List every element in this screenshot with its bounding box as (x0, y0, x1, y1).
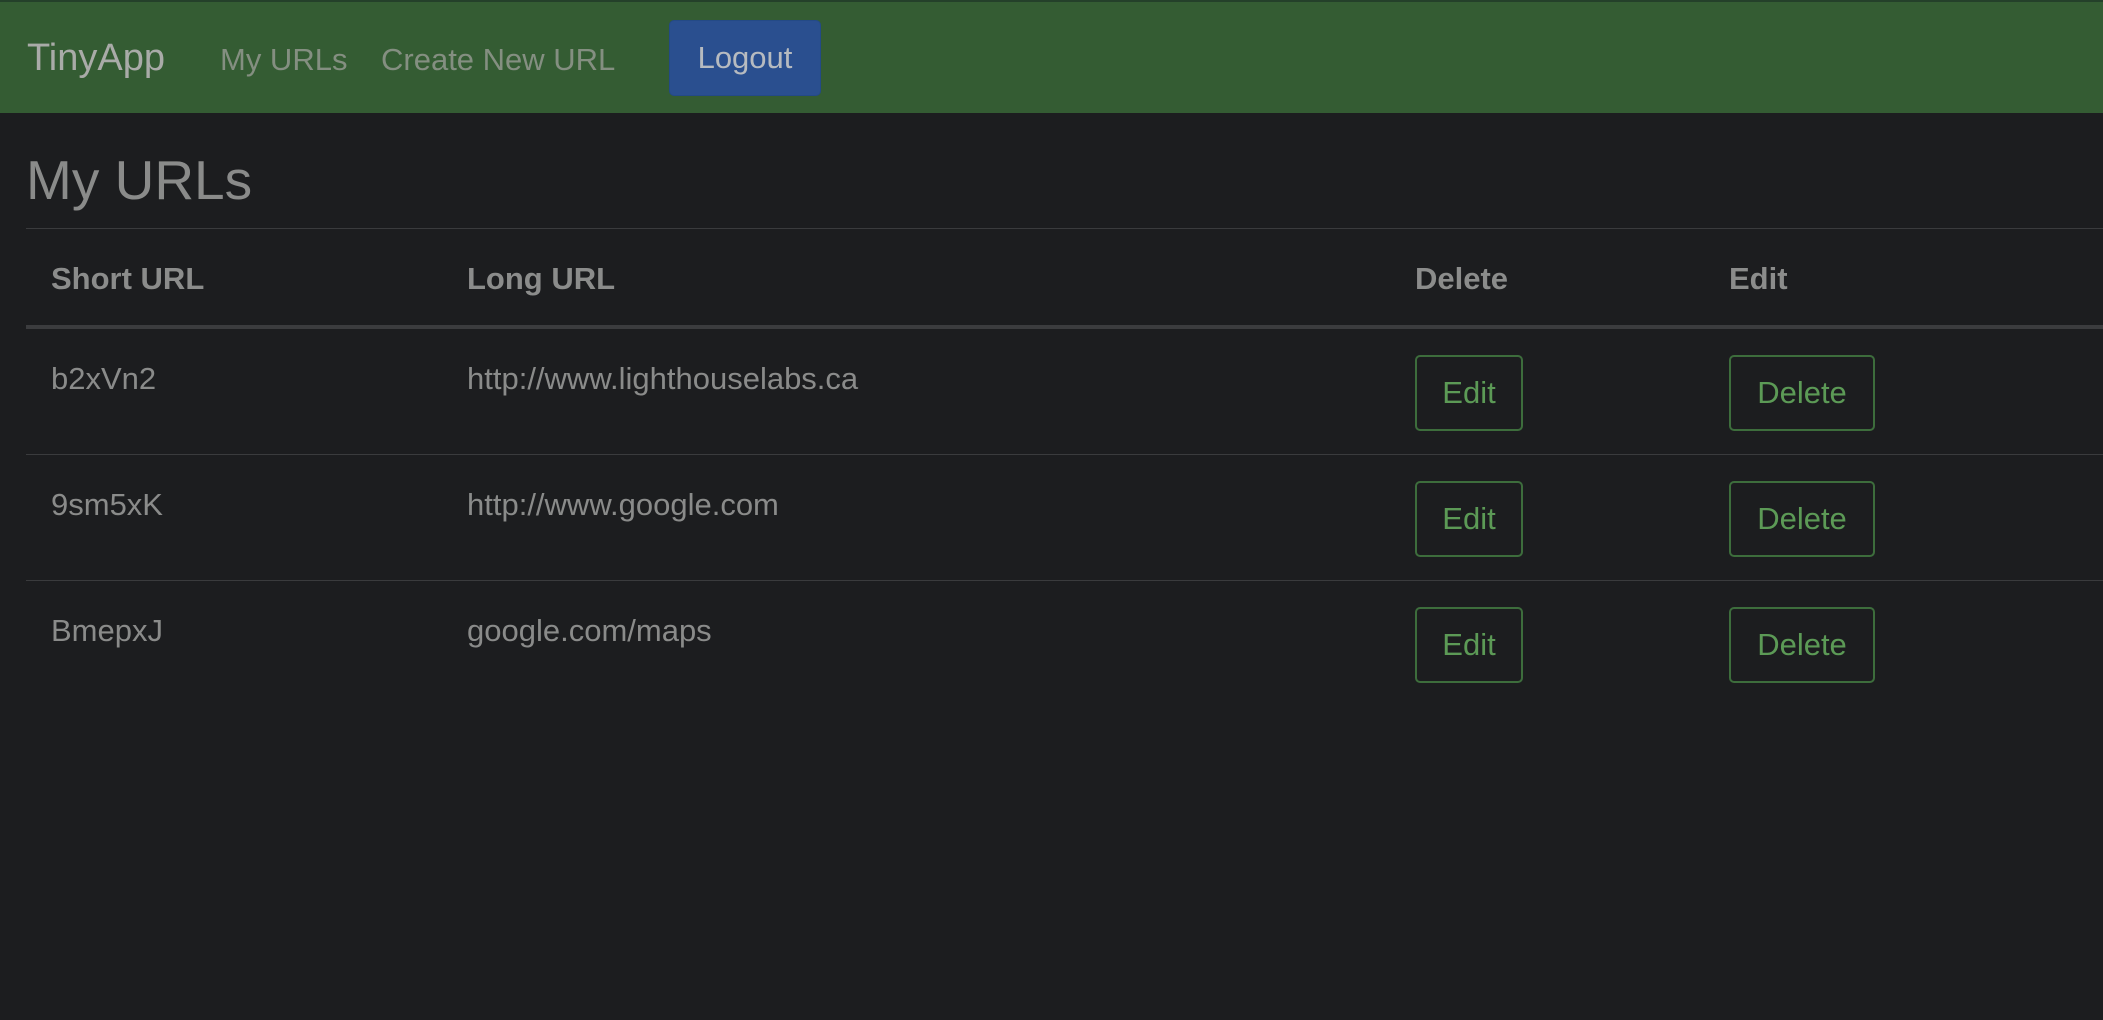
navbar: TinyApp My URLs Create New URL Logout (0, 0, 2103, 113)
row-divider (26, 454, 2103, 455)
long-url-cell: google.com/maps (467, 613, 712, 648)
nav-link-my-urls[interactable]: My URLs (220, 42, 347, 78)
header-edit: Edit (1729, 261, 1788, 296)
logout-button[interactable]: Logout (669, 20, 821, 96)
short-url-cell: 9sm5xK (51, 487, 163, 522)
header-long-url: Long URL (467, 261, 616, 296)
row-divider (26, 580, 2103, 581)
short-url-cell: b2xVn2 (51, 361, 157, 396)
edit-button[interactable]: Edit (1415, 481, 1523, 557)
edit-button[interactable]: Edit (1415, 355, 1523, 431)
delete-button[interactable]: Delete (1729, 607, 1875, 683)
edit-button[interactable]: Edit (1415, 607, 1523, 683)
long-url-cell: http://www.lighthouselabs.ca (467, 361, 859, 396)
delete-button[interactable]: Delete (1729, 481, 1875, 557)
delete-button[interactable]: Delete (1729, 355, 1875, 431)
nav-link-create-new-url[interactable]: Create New URL (381, 42, 615, 78)
short-url-cell: BmepxJ (51, 613, 163, 648)
long-url-cell: http://www.google.com (467, 487, 779, 522)
page-title: My URLs (26, 149, 253, 211)
table-header-divider (26, 325, 2103, 329)
brand-link[interactable]: TinyApp (27, 36, 165, 80)
table-top-border (26, 228, 2103, 229)
header-delete: Delete (1415, 261, 1509, 296)
header-short-url: Short URL (51, 261, 205, 296)
